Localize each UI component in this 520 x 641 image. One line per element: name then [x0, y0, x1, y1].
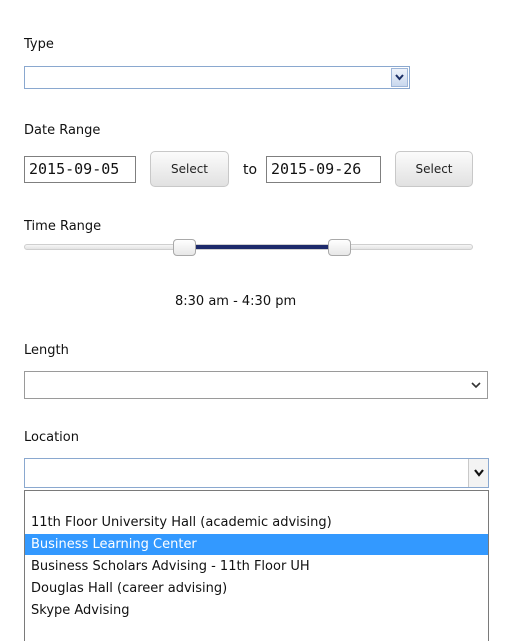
date-range-label: Date Range [24, 123, 101, 138]
location-label: Location [24, 430, 79, 445]
location-dropdown-list: 11th Floor University Hall (academic adv… [24, 490, 489, 641]
location-option[interactable]: Skype Advising [25, 600, 488, 621]
length-select[interactable] [24, 371, 488, 399]
location-option-highlighted[interactable]: Business Learning Center [25, 534, 488, 555]
location-option-empty[interactable] [25, 491, 488, 512]
time-range-label: Time Range [24, 219, 102, 234]
location-option[interactable]: 11th Floor University Hall (academic adv… [25, 512, 488, 533]
type-select[interactable] [24, 66, 410, 89]
location-select[interactable] [24, 458, 489, 488]
location-option[interactable]: Business Scholars Advising - 11th Floor … [25, 556, 488, 577]
chevron-down-icon [474, 469, 484, 477]
start-date-select-button[interactable]: Select [150, 151, 229, 187]
to-label: to [243, 162, 258, 178]
end-date-input[interactable]: 2015-09-26 [266, 156, 381, 183]
type-label: Type [24, 37, 54, 52]
length-label: Length [24, 343, 69, 358]
time-range-slider-range [184, 245, 339, 249]
start-date-input[interactable]: 2015-09-05 [24, 156, 136, 183]
time-range-end-handle[interactable] [328, 239, 351, 256]
end-date-select-button[interactable]: Select [395, 151, 473, 187]
time-range-value: 8:30 am - 4:30 pm [175, 294, 297, 309]
location-select-arrow-button[interactable] [468, 459, 488, 487]
chevron-down-icon [471, 382, 481, 389]
chevron-down-icon [395, 74, 404, 81]
type-select-arrow-button[interactable] [391, 68, 408, 87]
time-range-start-handle[interactable] [173, 239, 196, 256]
location-option[interactable]: Douglas Hall (career advising) [25, 578, 488, 599]
